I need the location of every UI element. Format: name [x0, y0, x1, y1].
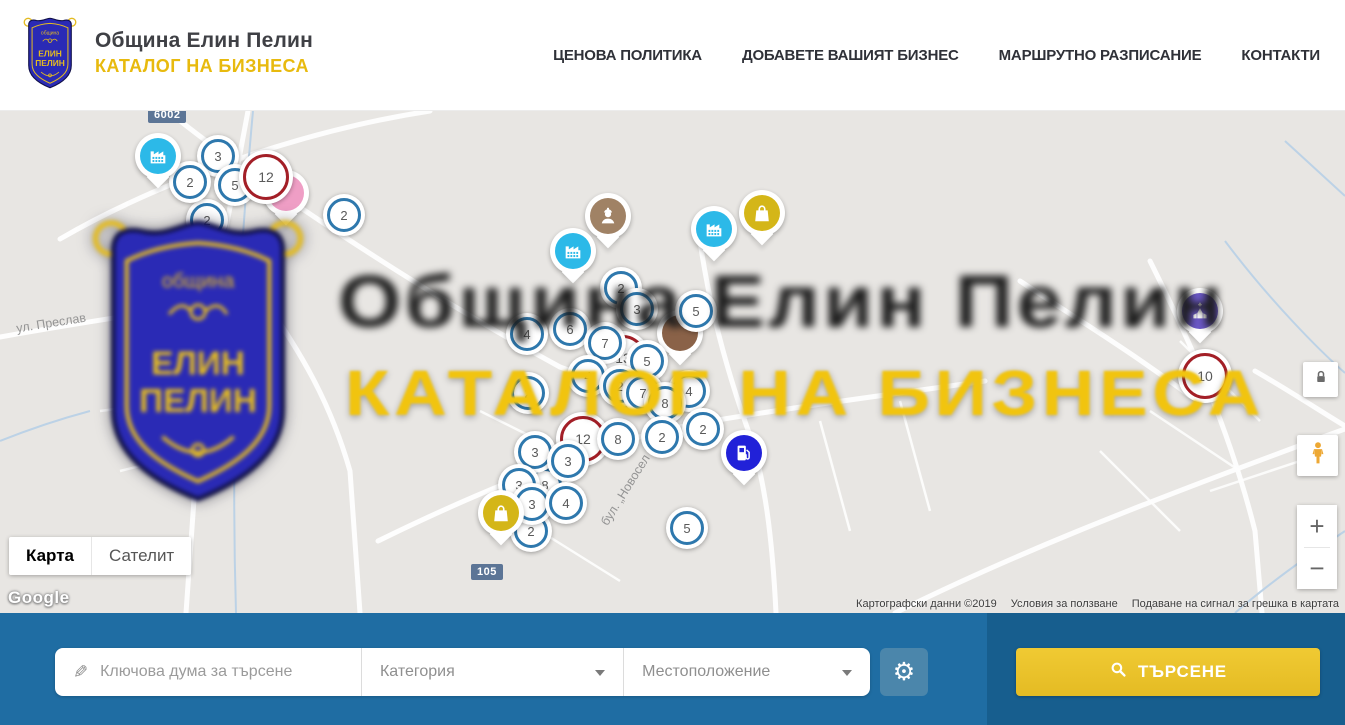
location-select-value: Местоположение — [642, 663, 770, 681]
category-select[interactable]: Категория — [362, 648, 624, 696]
chevron-down-icon — [595, 670, 605, 676]
fuel-icon — [726, 435, 762, 471]
municipality-crest-logo: община ЕЛИН ПЕЛИН — [22, 16, 78, 90]
map-pin-bag-marker[interactable] — [478, 490, 524, 536]
search-fields-group: ✎ Категория Местоположение — [55, 648, 870, 696]
cluster-count: 2 — [186, 175, 193, 190]
road-number-shield: 6002 — [148, 111, 186, 123]
advanced-search-button[interactable]: ⚙ — [880, 648, 928, 696]
location-select[interactable]: Местоположение — [624, 648, 870, 696]
svg-text:ЕЛИН: ЕЛИН — [151, 345, 245, 382]
road-number-shield: 105 — [471, 564, 503, 580]
map-pin-factory-marker[interactable] — [135, 133, 181, 179]
map-type-control: Карта Сателит — [9, 537, 191, 575]
main-nav: ЦЕНОВА ПОЛИТИКА ДОБАВЕТЕ ВАШИЯТ БИЗНЕС М… — [553, 0, 1320, 110]
cluster-count: 3 — [564, 454, 571, 469]
svg-text:община: община — [162, 271, 235, 293]
gear-icon: ⚙ — [893, 657, 915, 687]
header: община ЕЛИН ПЕЛИН Община Елин Пелин КАТА… — [0, 0, 1345, 111]
search-bar-right: ТЪРСЕНЕ — [987, 613, 1345, 725]
site-logo[interactable]: община ЕЛИН ПЕЛИН Община Елин Пелин КАТА… — [22, 16, 313, 90]
category-select-value: Категория — [380, 663, 455, 681]
terms-link[interactable]: Условия за ползване — [1011, 598, 1118, 610]
zoom-control: + − — [1297, 505, 1337, 589]
svg-text:община: община — [41, 31, 59, 37]
cluster-count: 2 — [658, 430, 665, 445]
cluster-count: 5 — [683, 521, 690, 536]
nav-item-bus-schedule[interactable]: МАРШРУТНО РАЗПИСАНИЕ — [999, 47, 1202, 64]
cluster-count: 5 — [231, 178, 238, 193]
nav-item-add-business[interactable]: ДОБАВЕТЕ ВАШИЯТ БИЗНЕС — [742, 47, 959, 64]
zoom-out-button[interactable]: − — [1297, 548, 1337, 590]
google-logo[interactable]: Google — [8, 588, 70, 608]
search-icon — [1109, 660, 1128, 684]
map-type-satellite-button[interactable]: Сателит — [91, 537, 191, 575]
cluster-count: 3 — [531, 445, 538, 460]
watermark-title: Община Елин Пелин — [338, 259, 1226, 344]
worker-icon — [590, 198, 626, 234]
streetview-lock-button[interactable] — [1303, 362, 1338, 397]
search-submit-button[interactable]: ТЪРСЕНЕ — [1016, 648, 1320, 696]
cluster-count: 3 — [528, 497, 535, 512]
search-bar: ✎ Категория Местоположение ⚙ ТЪРСЕНЕ — [0, 613, 1345, 725]
svg-text:ПЕЛИН: ПЕЛИН — [139, 383, 257, 420]
pegman-icon — [1305, 440, 1331, 471]
search-button-label: ТЪРСЕНЕ — [1138, 662, 1227, 682]
map-pin-factory-marker[interactable] — [691, 206, 737, 252]
map-copyright: Картографски данни ©2019 — [856, 598, 997, 610]
map-cluster-marker[interactable]: 4 — [545, 482, 587, 524]
pegman-control[interactable] — [1297, 435, 1338, 476]
svg-text:ПЕЛИН: ПЕЛИН — [35, 58, 65, 68]
pencil-icon: ✎ — [73, 662, 88, 683]
svg-text:ЕЛИН: ЕЛИН — [38, 48, 62, 58]
bag-icon — [744, 195, 780, 231]
map-pin-worker-marker[interactable] — [585, 193, 631, 239]
cluster-count: 12 — [258, 169, 274, 185]
nav-item-contacts[interactable]: КОНТАКТИ — [1241, 47, 1320, 64]
cluster-count: 3 — [214, 149, 221, 164]
watermark-crest: община ЕЛИН ПЕЛИН — [85, 214, 311, 508]
google-map[interactable]: 2281332512223564754274822212833334510600… — [0, 111, 1345, 613]
factory-icon — [696, 211, 732, 247]
report-error-link[interactable]: Подаване на сигнал за грешка в картата — [1132, 598, 1339, 610]
site-title: Община Елин Пелин — [95, 29, 313, 53]
map-cluster-marker[interactable]: 3 — [547, 440, 589, 482]
watermark-subtitle: КАТАЛОГ НА БИЗНЕСА — [345, 356, 1265, 430]
map-pin-bag-marker[interactable] — [739, 190, 785, 236]
site-subtitle: КАТАЛОГ НА БИЗНЕСА — [95, 56, 313, 77]
keyword-search-input[interactable] — [98, 662, 361, 682]
cluster-count: 4 — [562, 496, 569, 511]
map-cluster-marker[interactable]: 2 — [323, 194, 365, 236]
lock-icon — [1311, 367, 1331, 392]
map-cluster-marker[interactable]: 12 — [239, 150, 293, 204]
chevron-down-icon — [842, 670, 852, 676]
map-attribution: Картографски данни ©2019 Условия за полз… — [856, 598, 1339, 610]
nav-item-pricing[interactable]: ЦЕНОВА ПОЛИТИКА — [553, 47, 702, 64]
cluster-count: 2 — [340, 208, 347, 223]
search-bar-left: ✎ Категория Местоположение ⚙ — [0, 613, 987, 725]
factory-icon — [140, 138, 176, 174]
bag-icon — [483, 495, 519, 531]
keyword-field[interactable]: ✎ — [55, 648, 362, 696]
cluster-count: 2 — [527, 524, 534, 539]
zoom-in-button[interactable]: + — [1297, 505, 1337, 547]
map-pin-fuel-marker[interactable] — [721, 430, 767, 476]
cluster-count: 8 — [614, 432, 621, 447]
map-type-map-button[interactable]: Карта — [9, 537, 91, 575]
map-cluster-marker[interactable]: 5 — [666, 507, 708, 549]
